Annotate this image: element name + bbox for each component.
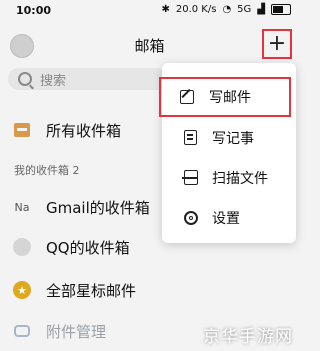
menu-item-label: 写记事 xyxy=(212,131,254,147)
watermark: 京华手游网 xyxy=(203,327,293,347)
note-icon xyxy=(182,129,200,147)
add-button[interactable]: + xyxy=(262,29,292,59)
section-my-inboxes: 我的收件箱 2 xyxy=(14,164,80,177)
battery-icon xyxy=(271,4,291,15)
star-icon: ★ xyxy=(12,280,32,300)
network-speed: 20.0 K/s xyxy=(175,4,217,15)
gear-icon xyxy=(182,209,200,227)
page-title: 邮箱 xyxy=(134,37,165,55)
compose-icon xyxy=(179,88,197,106)
menu-item-note[interactable]: 写记事 xyxy=(162,118,296,158)
add-menu-popup: 写邮件 写记事 扫描文件 设置 xyxy=(159,63,296,243)
scan-icon xyxy=(182,169,200,187)
folder-label: 所有收件箱 xyxy=(46,121,122,140)
search-icon xyxy=(18,72,32,86)
signal-icon: ▟ xyxy=(257,4,265,15)
folder-label: Gmail的收件箱 xyxy=(46,198,150,217)
network-type: 5G xyxy=(237,4,252,15)
menu-item-scan[interactable]: 扫描文件 xyxy=(162,158,296,198)
search-placeholder: 搜索 xyxy=(40,73,67,89)
menu-item-settings[interactable]: 设置 xyxy=(162,198,296,238)
inbox-icon xyxy=(12,120,32,140)
bluetooth-icon: ✱ xyxy=(161,4,170,15)
menu-item-compose[interactable]: 写邮件 xyxy=(159,77,291,117)
folder-label: QQ的收件箱 xyxy=(46,238,130,257)
folder-label: 全部星标邮件 xyxy=(46,281,137,300)
folder-label: 附件管理 xyxy=(46,322,107,341)
status-bar: 10:00 ✱ 20.0 K/s ◔ 5G ▟ xyxy=(0,0,299,22)
search-input[interactable]: 搜索 xyxy=(8,68,168,90)
attachment-icon xyxy=(12,321,32,341)
app-header: 邮箱 + xyxy=(0,22,299,68)
status-icons: ✱ 20.0 K/s ◔ 5G ▟ xyxy=(161,4,291,15)
menu-item-label: 扫描文件 xyxy=(212,171,268,187)
qq-account-icon xyxy=(12,237,32,257)
wifi-icon: ◔ xyxy=(222,4,232,15)
status-time: 10:00 xyxy=(16,4,52,17)
plus-icon: + xyxy=(267,31,287,56)
menu-item-label: 设置 xyxy=(212,211,240,227)
account-badge-icon: Na xyxy=(14,200,30,214)
menu-item-label: 写邮件 xyxy=(209,90,251,106)
folder-starred[interactable]: ★ 全部星标邮件 xyxy=(0,276,299,304)
